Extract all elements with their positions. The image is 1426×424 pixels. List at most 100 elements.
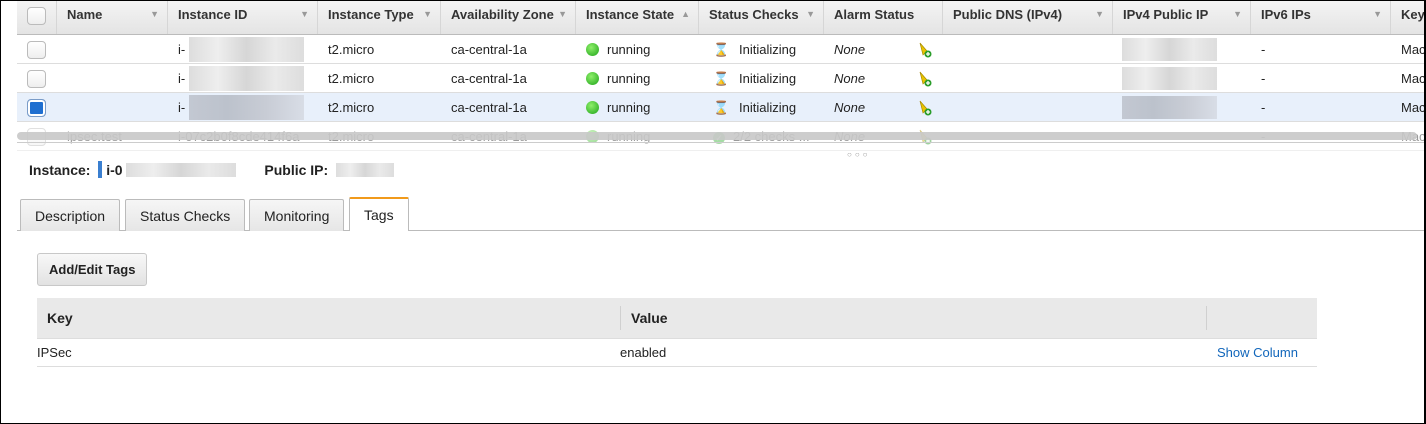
add-alarm-icon[interactable] xyxy=(918,71,932,87)
public-ip-label: Public IP: xyxy=(264,162,329,178)
tab-monitoring[interactable]: Monitoring xyxy=(249,199,345,231)
header-value: Value xyxy=(631,310,668,326)
cell-instance-state: running xyxy=(607,71,651,86)
cell-instance-type: t2.micro xyxy=(328,100,375,115)
running-status-icon xyxy=(586,43,599,56)
cell-ipv6: - xyxy=(1261,100,1266,115)
column-header-availability-zone[interactable]: Availability Zone ▼ xyxy=(441,1,576,34)
show-column-link[interactable]: Show Column xyxy=(1217,339,1298,367)
cell-status-checks: Initializing xyxy=(739,71,797,86)
column-label: Instance Type xyxy=(328,7,414,22)
splitter-grip-icon[interactable]: ○○○ xyxy=(847,150,871,159)
sort-icon[interactable]: ▼ xyxy=(1233,1,1242,28)
hourglass-icon: ⌛ xyxy=(713,100,730,115)
redacted-instance-id xyxy=(189,37,304,62)
tab-description[interactable]: Description xyxy=(20,199,121,231)
redacted-instance-id xyxy=(189,95,304,120)
cell-ipv6: - xyxy=(1261,42,1266,57)
redacted-instance-id xyxy=(126,163,237,177)
cell-instance-type: t2.micro xyxy=(328,71,375,86)
cell-alarm-status: None xyxy=(834,42,866,57)
tab-status-checks[interactable]: Status Checks xyxy=(125,199,246,231)
cell-key: Mac xyxy=(1401,42,1426,57)
column-label: Key xyxy=(1401,7,1425,22)
sort-icon[interactable]: ▼ xyxy=(150,1,159,28)
sort-icon[interactable]: ▲ xyxy=(681,1,690,28)
instance-label: Instance: xyxy=(29,162,91,178)
cell-status-checks: Initializing xyxy=(739,100,797,115)
instance-row[interactable]: i- t2.micro ca-central-1a running ⌛ Initi… xyxy=(17,64,1426,93)
cell-name xyxy=(57,93,67,122)
instance-row[interactable]: i- t2.micro ca-central-1a running ⌛ Initi… xyxy=(17,35,1426,64)
column-header-public-dns-ipv4[interactable]: Public DNS (IPv4) ▼ xyxy=(943,1,1113,34)
column-header-instance-id[interactable]: Instance ID ▼ xyxy=(168,1,318,34)
cell-name xyxy=(57,64,67,93)
tag-key: IPSec xyxy=(37,345,72,360)
row-checkbox[interactable] xyxy=(27,41,46,59)
add-edit-tags-button[interactable]: Add/Edit Tags xyxy=(37,253,148,286)
instance-summary: Instance: i-0 Public IP: xyxy=(29,161,395,178)
sort-icon[interactable]: ▼ xyxy=(1095,1,1104,28)
cell-availability-zone: ca-central-1a xyxy=(451,100,527,115)
ec2-console: Name ▼ Instance ID ▼ Instance Type ▼ Availabil… xyxy=(0,0,1426,424)
redacted-instance-id xyxy=(189,66,304,91)
column-header-alarm-status[interactable]: Alarm Status xyxy=(824,1,943,34)
column-label: Instance State xyxy=(586,7,675,22)
cell-status-checks: Initializing xyxy=(739,42,797,57)
sort-icon[interactable]: ▼ xyxy=(423,1,432,28)
column-label: Status Checks xyxy=(709,7,799,22)
column-label: IPv6 IPs xyxy=(1261,7,1311,22)
column-label: Instance ID xyxy=(178,7,248,22)
cell-instance-type: t2.micro xyxy=(328,42,375,57)
redacted-public-ip xyxy=(1122,96,1217,119)
tag-row: IPSec enabled Show Column xyxy=(37,339,1317,367)
column-header-status-checks[interactable]: Status Checks ▼ xyxy=(699,1,824,34)
grid-header: Name ▼ Instance ID ▼ Instance Type ▼ Availabil… xyxy=(17,1,1425,35)
sort-icon[interactable]: ▼ xyxy=(558,1,567,28)
column-header-name[interactable]: Name ▼ xyxy=(57,1,168,34)
cell-name xyxy=(57,35,67,64)
sort-icon[interactable]: ▼ xyxy=(300,1,309,28)
select-all-checkbox[interactable] xyxy=(27,7,46,25)
cell-ipv6: - xyxy=(1261,71,1266,86)
select-all-header[interactable] xyxy=(17,1,57,34)
row-checkbox[interactable] xyxy=(27,70,46,88)
add-alarm-icon[interactable] xyxy=(918,42,932,58)
column-header-instance-state[interactable]: Instance State ▲ xyxy=(576,1,699,34)
column-label: Alarm Status xyxy=(834,7,915,22)
column-label: Name xyxy=(67,7,103,22)
column-header-ipv6-ips[interactable]: IPv6 IPs ▼ xyxy=(1251,1,1391,34)
cell-instance-id: i- xyxy=(178,42,186,57)
cell-alarm-status: None xyxy=(834,100,866,115)
cell-instance-id: i- xyxy=(178,100,186,115)
column-label: Availability Zone xyxy=(451,7,554,22)
cell-instance-id: i- xyxy=(178,71,186,86)
redacted-public-ip xyxy=(1122,38,1217,61)
cell-availability-zone: ca-central-1a xyxy=(451,71,527,86)
pane-splitter[interactable] xyxy=(17,142,1424,143)
detail-tabs: Description Status Checks Monitoring Tag… xyxy=(17,197,1424,231)
tab-tags[interactable]: Tags xyxy=(349,197,409,231)
cell-instance-state: running xyxy=(607,42,651,57)
cell-availability-zone: ca-central-1a xyxy=(451,42,527,57)
column-header-ipv4-public-ip[interactable]: IPv4 Public IP ▼ xyxy=(1113,1,1251,34)
instance-row[interactable]: i- t2.micro ca-central-1a running ⌛ Initi… xyxy=(17,93,1424,122)
tag-value: enabled xyxy=(620,345,667,360)
header-key: Key xyxy=(47,310,73,326)
row-checkbox[interactable] xyxy=(27,99,46,117)
sort-icon[interactable]: ▼ xyxy=(806,1,815,28)
cell-alarm-status: None xyxy=(834,71,866,86)
running-status-icon xyxy=(586,101,599,114)
column-label: Public DNS (IPv4) xyxy=(953,7,1063,22)
cell-key: Mac xyxy=(1401,71,1426,86)
cell-instance-state: running xyxy=(607,100,651,115)
tags-table: Key Value IPSec enabled Show Column xyxy=(37,298,1317,367)
tags-table-header: Key Value xyxy=(37,298,1317,339)
add-alarm-icon[interactable] xyxy=(918,100,932,116)
instance-value: i-0 xyxy=(106,162,123,178)
sort-icon[interactable]: ▼ xyxy=(1373,1,1382,28)
column-header-instance-type[interactable]: Instance Type ▼ xyxy=(318,1,441,34)
horizontal-scrollbar[interactable] xyxy=(17,132,1417,140)
hourglass-icon: ⌛ xyxy=(713,42,730,57)
column-header-key[interactable]: Key xyxy=(1391,1,1425,34)
